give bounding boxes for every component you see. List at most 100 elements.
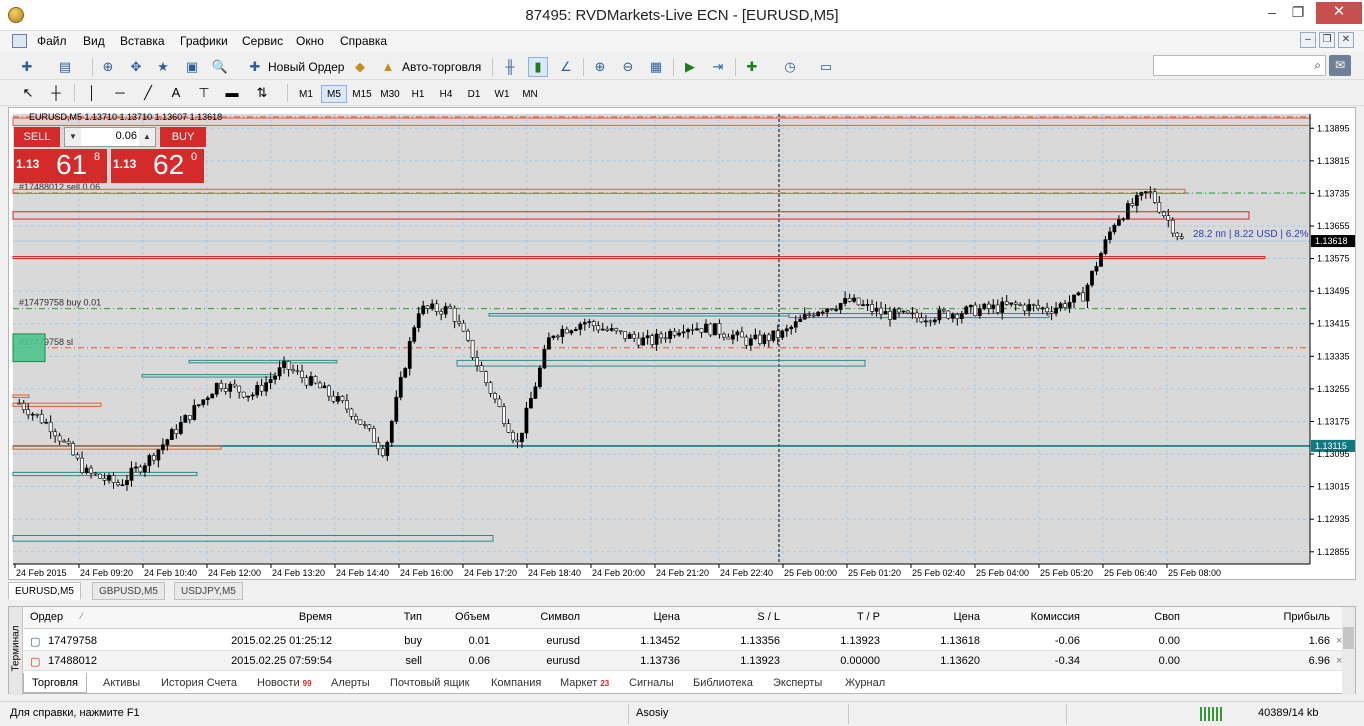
tab-journal[interactable]: Журнал [845, 673, 885, 693]
rectangle-icon[interactable]: ▬ [222, 83, 242, 103]
templates-icon[interactable]: ▭ [816, 57, 836, 77]
tab-signals[interactable]: Сигналы [629, 673, 674, 693]
text-icon[interactable]: A [166, 83, 186, 103]
bid-price-button[interactable]: 1.13 61 8 [14, 149, 107, 183]
auto-trading-button[interactable]: Авто-торговля [402, 57, 481, 77]
menu-tools[interactable]: Сервис [242, 34, 283, 48]
ask-price-button[interactable]: 1.13 62 0 [111, 149, 204, 183]
mdi-restore-button[interactable]: ❐ [1319, 32, 1335, 48]
chart-window[interactable]: #17488012 sell 0.06 #17479758 buy 0.01 #17… [8, 107, 1356, 580]
tab-mailbox[interactable]: Почтовый ящик [390, 673, 469, 693]
horizontal-line-icon[interactable]: ─ [110, 83, 130, 103]
market-watch-icon[interactable]: ⊕ [98, 57, 118, 77]
cursor-icon[interactable]: ↖ [18, 83, 38, 103]
lot-size-stepper[interactable]: ▼ 0.06 ▲ [64, 127, 156, 147]
menu-insert[interactable]: Вставка [120, 34, 165, 48]
price-tick-label: 1.13495 [1317, 286, 1350, 296]
chart-window-icon[interactable] [12, 34, 27, 48]
buy-button[interactable]: BUY [160, 127, 206, 147]
close-button[interactable]: ✕ [1316, 2, 1362, 24]
candle-body [354, 416, 358, 421]
autoscroll-icon[interactable]: ▶ [680, 57, 700, 77]
data-window-icon[interactable]: ✥ [126, 57, 146, 77]
col-commission[interactable]: Комиссия [984, 611, 1080, 623]
tf-m15[interactable]: M15 [349, 85, 375, 103]
new-order-icon[interactable]: ✚ [245, 57, 265, 77]
mdi-close-button[interactable]: ✕ [1338, 32, 1354, 48]
chat-icon[interactable]: ✉ [1329, 55, 1351, 76]
tf-m1[interactable]: M1 [293, 85, 319, 103]
col-type[interactable]: Тип [354, 611, 422, 623]
search-icon[interactable]: ⌕ [1314, 58, 1321, 73]
col-volume[interactable]: Объем [424, 611, 490, 623]
zoom-out-icon[interactable]: ⊖ [618, 57, 638, 77]
tf-m30[interactable]: M30 [377, 85, 403, 103]
col-swap[interactable]: Своп [1084, 611, 1180, 623]
lot-size-value[interactable]: 0.06 [83, 130, 137, 142]
tab-eurusd[interactable]: EURUSD,M5 [8, 582, 81, 600]
indicators-icon[interactable]: ✚ [742, 57, 762, 77]
tab-library[interactable]: Библиотека [693, 673, 753, 693]
bar-chart-icon[interactable]: ╫ [500, 57, 520, 77]
restore-button[interactable]: ❐ [1281, 2, 1315, 24]
col-profit[interactable]: Прибыль [1234, 611, 1330, 623]
tf-w1[interactable]: W1 [489, 85, 515, 103]
col-time[interactable]: Время [204, 611, 332, 623]
menu-help[interactable]: Справка [340, 34, 387, 48]
tab-gbpusd[interactable]: GBPUSD,M5 [92, 582, 165, 600]
lot-increase-icon[interactable]: ▲ [139, 128, 155, 146]
zoom-in-icon[interactable]: ⊕ [590, 57, 610, 77]
text-label-icon[interactable]: ⊤ [194, 83, 214, 103]
tf-h1[interactable]: H1 [405, 85, 431, 103]
tab-usdjpy[interactable]: USDJPY,M5 [174, 582, 243, 600]
chart-shift-icon[interactable]: ⇥ [708, 57, 728, 77]
auto-trading-icon[interactable]: ▲ [378, 57, 398, 77]
trendline-icon[interactable]: ╱ [138, 83, 158, 103]
price-chart[interactable]: #17488012 sell 0.06#17479758 buy 0.01#17… [9, 108, 1355, 579]
vertical-line-icon[interactable]: │ [82, 83, 102, 103]
new-order-button[interactable]: Новый Ордер [268, 57, 344, 77]
strategy-tester-icon[interactable]: 🔍 [210, 57, 230, 77]
tf-h4[interactable]: H4 [433, 85, 459, 103]
col-tp[interactable]: T / P [784, 611, 880, 623]
tab-news[interactable]: Новости 99 [257, 673, 312, 693]
col-current-price[interactable]: Цена [884, 611, 980, 623]
menu-charts[interactable]: Графики [180, 34, 228, 48]
crosshair-icon[interactable]: ┼ [46, 83, 66, 103]
col-price[interactable]: Цена [584, 611, 680, 623]
terminal-scrollbar[interactable] [1342, 607, 1355, 695]
tab-account-history[interactable]: История Счета [161, 673, 237, 693]
menu-window[interactable]: Окно [296, 34, 324, 48]
tf-m5[interactable]: M5 [321, 85, 347, 103]
tab-experts[interactable]: Эксперты [773, 673, 822, 693]
tab-market[interactable]: Маркет 23 [560, 673, 609, 693]
tf-mn[interactable]: MN [517, 85, 543, 103]
terminal-icon[interactable]: ▣ [182, 57, 202, 77]
new-chart-icon[interactable]: ✚ [17, 57, 37, 77]
navigator-icon[interactable]: ★ [153, 57, 173, 77]
tab-company[interactable]: Компания [491, 673, 541, 693]
sell-button[interactable]: SELL [14, 127, 60, 147]
table-row[interactable]: ▢ 17479758 2015.02.25 01:25:12 buy 0.01 … [24, 631, 1344, 651]
line-chart-icon[interactable]: ∠ [556, 57, 576, 77]
menu-file[interactable]: Файл [37, 34, 67, 48]
profiles-icon[interactable]: ▤ [55, 57, 75, 77]
menu-view[interactable]: Вид [83, 34, 105, 48]
col-symbol[interactable]: Символ [494, 611, 580, 623]
candle-body [564, 328, 569, 334]
candlestick-chart-icon[interactable]: ▮ [528, 57, 548, 77]
metaeditor-icon[interactable]: ◆ [350, 57, 370, 77]
search-input[interactable]: ⌕ [1153, 55, 1326, 76]
col-order[interactable]: Ордер [30, 611, 63, 623]
tab-alerts[interactable]: Алерты [331, 673, 370, 693]
tile-windows-icon[interactable]: ▦ [646, 57, 666, 77]
col-sl[interactable]: S / L [684, 611, 780, 623]
table-row[interactable]: ▢ 17488012 2015.02.25 07:59:54 sell 0.06… [24, 651, 1344, 671]
mdi-minimize-button[interactable]: – [1300, 32, 1316, 48]
tab-exposure[interactable]: Активы [103, 673, 140, 693]
periods-icon[interactable]: ◷ [780, 57, 800, 77]
arrows-icon[interactable]: ⇅ [252, 83, 272, 103]
lot-decrease-icon[interactable]: ▼ [65, 128, 81, 146]
tf-d1[interactable]: D1 [461, 85, 487, 103]
tab-trade[interactable]: Торговля [23, 673, 87, 693]
